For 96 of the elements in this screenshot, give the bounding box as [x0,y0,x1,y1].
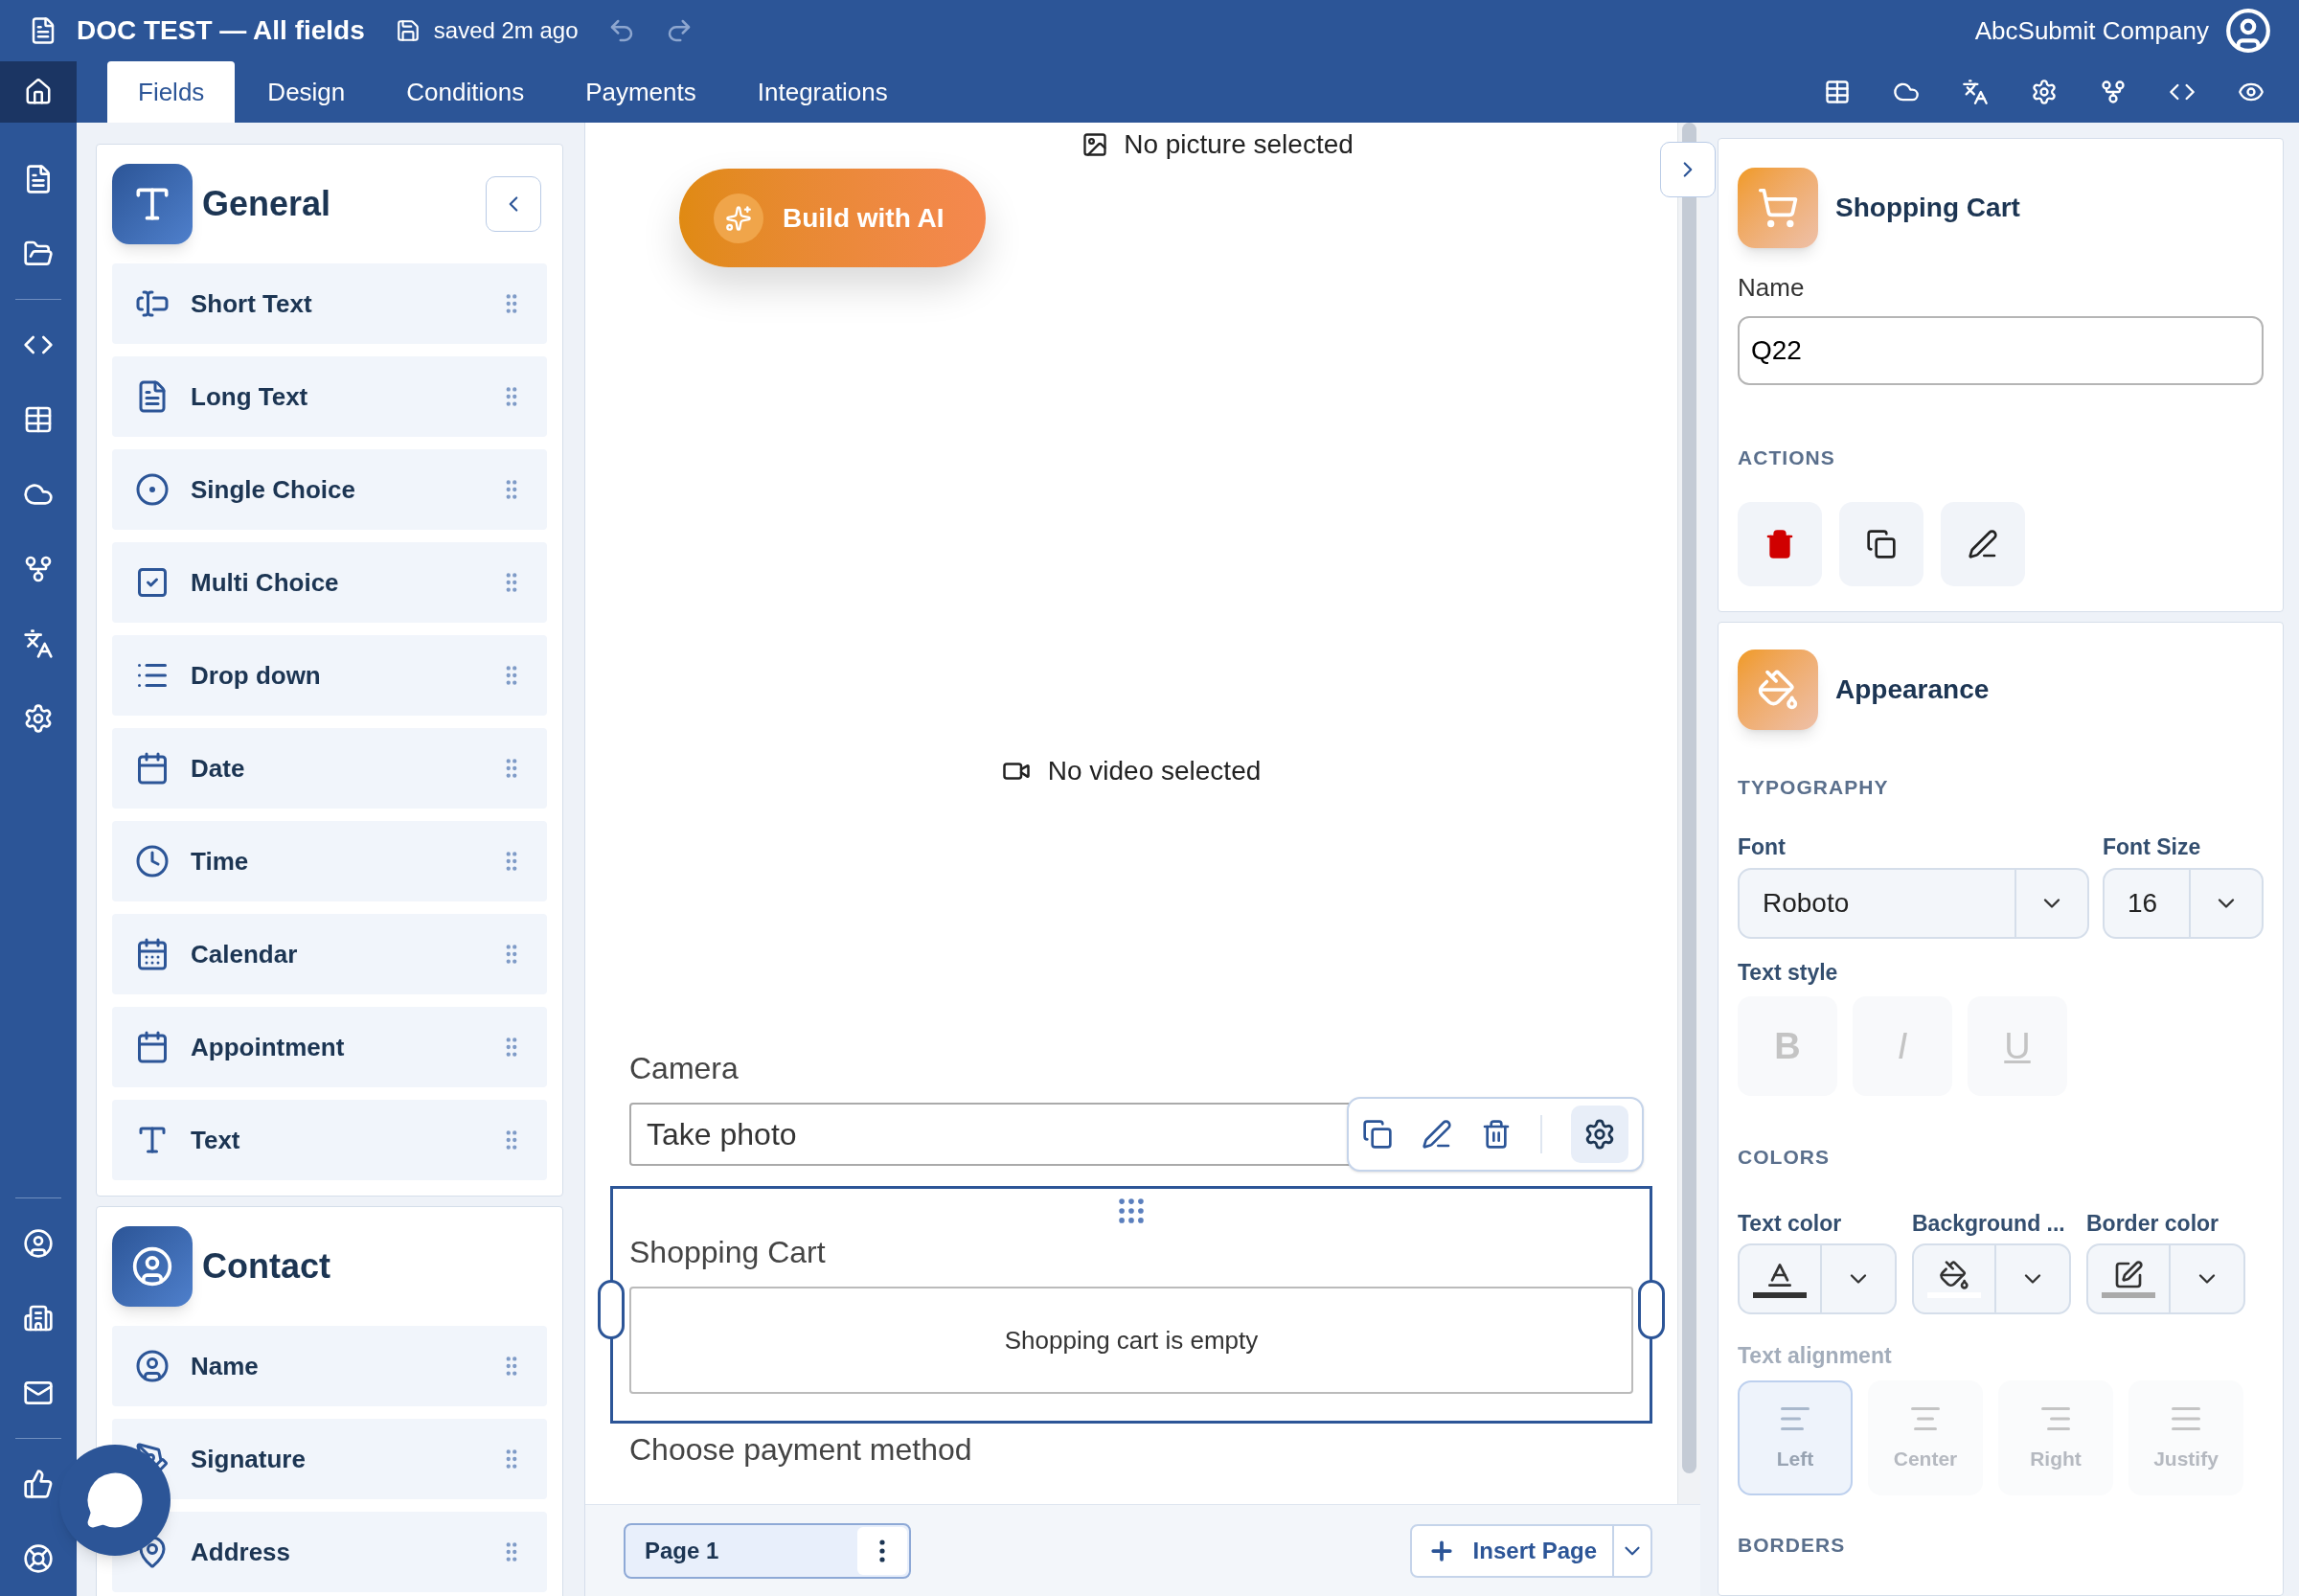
field-type-item[interactable]: Calendar [112,914,547,994]
kebab-icon [879,1539,885,1562]
cart-icon [1738,168,1818,248]
settings-button[interactable] [1571,1106,1628,1163]
field-label: Text style [1738,958,1839,987]
translate-icon[interactable] [23,628,54,659]
field-label: Camera [629,1050,740,1087]
account-icon[interactable] [2224,7,2272,55]
tab[interactable]: Conditions [377,61,554,123]
chat-bubble-icon [85,1471,145,1530]
user-icon [135,1349,170,1383]
user-icon [112,1226,193,1307]
settings-icon[interactable] [23,703,54,734]
field-type-item[interactable]: Multi Choice [112,542,547,623]
duplicate-icon[interactable] [1362,1119,1393,1150]
panel-title: Shopping Cart [1835,192,2020,224]
pen-icon [1968,528,1998,559]
category-title: General [202,183,331,225]
resize-handle[interactable] [598,1280,625,1339]
field-type-item[interactable]: Long Text [112,356,547,437]
field-label: Font Size [2103,833,2202,861]
table-icon[interactable] [23,404,54,435]
image-icon [1081,131,1109,158]
edit-button[interactable] [1941,501,2025,586]
save-status: saved 2m ago [433,16,579,45]
calendar-icon [135,1030,170,1064]
tab[interactable]: Design [239,61,375,123]
font-size-select[interactable]: 16 [2103,867,2264,939]
name-field[interactable]: Q22 [1738,316,2264,385]
field-type-item[interactable]: Single Choice [112,449,547,530]
text-field-icon [112,164,193,244]
tab[interactable]: Fields [107,61,236,123]
tab[interactable]: Integrations [728,61,917,123]
field-type-item[interactable]: Name [112,1326,547,1406]
checkbox-icon [135,565,170,600]
flow-icon[interactable] [2100,79,2127,105]
trash-icon [1764,528,1795,559]
color-picker[interactable] [1912,1243,2071,1314]
category-title: Contact [202,1245,330,1288]
empty-cart-message: Shopping cart is empty [1004,1324,1259,1357]
border-edit-icon [2113,1260,2144,1290]
panel-title: Appearance [1835,673,1990,706]
video-status: No video selected [1047,754,1262,787]
tab[interactable]: Payments [557,61,725,123]
settings-icon[interactable] [2031,79,2058,105]
sparkle-icon [714,193,763,243]
delete-icon[interactable] [1481,1119,1512,1150]
calendar-grid-icon [135,937,170,971]
home-icon[interactable] [24,78,53,106]
building-icon[interactable] [23,1303,54,1334]
field-type-item[interactable]: Time [112,821,547,901]
font-select[interactable]: Roboto [1738,867,2089,939]
flow-icon[interactable] [23,554,54,584]
account-icon[interactable] [23,1228,54,1259]
clock-icon [135,844,170,878]
duplicate-icon [1866,528,1897,559]
field-type-item[interactable]: Text [112,1100,547,1180]
translate-icon[interactable] [1962,79,1989,105]
field-type-item[interactable]: Drop down [112,635,547,716]
radio-icon [135,472,170,507]
color-picker[interactable] [1738,1243,1897,1314]
field-label: Shopping Cart [629,1234,827,1271]
paint-bucket-icon [1738,649,1818,730]
help-icon[interactable] [23,1543,54,1574]
field-label: Choose payment method [629,1431,973,1469]
delete-button[interactable] [1738,501,1822,586]
picture-status: No picture selected [1124,128,1354,161]
field-type-item[interactable]: Address [112,1512,547,1592]
edit-icon[interactable] [1422,1119,1452,1150]
section-label: COLORS [1738,1145,1832,1170]
paint-bucket-icon [1939,1260,1969,1290]
company-name: AbcSubmit Company [1974,14,2209,47]
field-type-item[interactable]: Appointment [112,1007,547,1087]
duplicate-button[interactable] [1839,501,1923,586]
save-icon [395,18,421,43]
page-menu-button[interactable] [857,1526,907,1575]
field-label: Border color [2086,1209,2220,1238]
field-label: Background ... [1912,1209,2066,1238]
field-type-item[interactable]: Signature [112,1419,547,1499]
field-type-item[interactable]: Short Text [112,263,547,344]
section-label: BORDERS [1738,1532,1847,1558]
document-title: DOC TEST — All fields [77,14,365,47]
color-picker[interactable] [2086,1243,2245,1314]
field-label: Text color [1738,1209,1843,1238]
page-tab[interactable]: Page 1 [624,1522,911,1579]
field-label: Font [1738,833,1787,861]
field-label: Name [1738,272,1806,304]
section-label: TYPOGRAPHY [1738,774,1890,800]
field-label: Text alignment [1738,1342,1893,1370]
calendar-icon [135,751,170,786]
table-icon[interactable] [1824,79,1851,105]
thumbs-up-icon[interactable] [23,1469,54,1499]
section-label: ACTIONS [1738,445,1836,470]
resize-handle[interactable] [1638,1280,1665,1339]
field-type-item[interactable]: Date [112,728,547,809]
gear-icon [1583,1118,1616,1151]
